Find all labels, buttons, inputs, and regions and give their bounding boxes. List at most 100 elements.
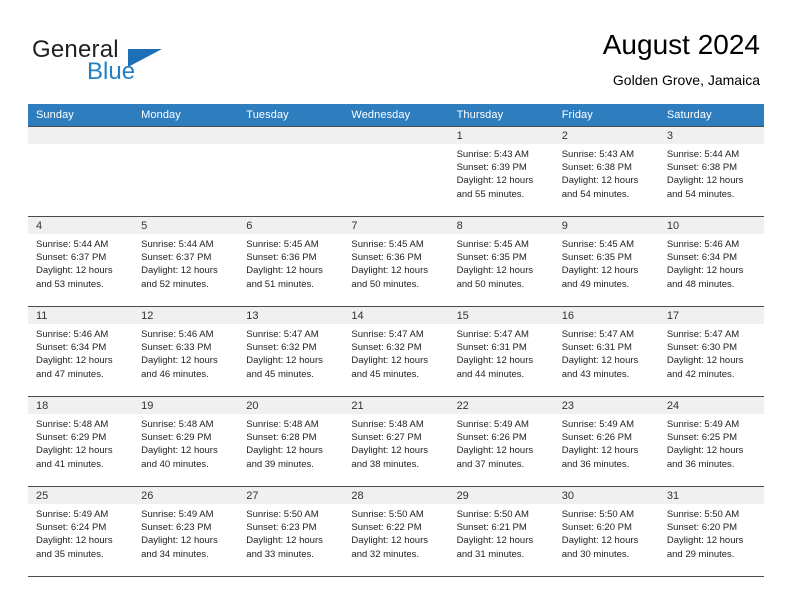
- calendar-day-cell[interactable]: 16 Sunrise: 5:47 AM Sunset: 6:31 PM Dayligh…: [553, 306, 659, 397]
- sunrise-text: Sunrise: 5:45 AM: [351, 239, 424, 250]
- sunrise-text: Sunrise: 5:48 AM: [351, 419, 424, 430]
- day-details: Sunrise: 5:49 AM Sunset: 6:25 PM Daylight:…: [659, 414, 764, 471]
- sunset-text: Sunset: 6:23 PM: [246, 522, 317, 534]
- daylight-text-line2: and 46 minutes.: [141, 368, 209, 380]
- daylight-text-line2: and 41 minutes.: [36, 458, 104, 470]
- daylight-text-line1: Daylight: 12 hours: [351, 445, 428, 457]
- calendar-empty-cell: [238, 126, 344, 217]
- sunrise-text: Sunrise: 5:43 AM: [456, 149, 529, 160]
- calendar-day-cell[interactable]: 1 Sunrise: 5:43 AM Sunset: 6:39 PM Daylight…: [448, 126, 554, 217]
- day-number: 6: [238, 217, 344, 234]
- sunset-text: Sunset: 6:38 PM: [666, 162, 738, 174]
- sunrise-text: Sunrise: 5:50 AM: [351, 509, 424, 520]
- daylight-text-line1: Daylight: 12 hours: [36, 355, 113, 367]
- sunrise-text: Sunrise: 5:49 AM: [456, 419, 529, 430]
- calendar-day-cell[interactable]: 24 Sunrise: 5:49 AM Sunset: 6:25 PM Dayligh…: [658, 396, 764, 487]
- daylight-text-line2: and 54 minutes.: [666, 188, 735, 200]
- sunset-text: Sunset: 6:33 PM: [141, 342, 212, 354]
- day-number: 15: [448, 307, 554, 324]
- calendar-day-cell[interactable]: 18 Sunrise: 5:48 AM Sunset: 6:29 PM Dayligh…: [28, 396, 134, 487]
- calendar-day-cell[interactable]: 20 Sunrise: 5:48 AM Sunset: 6:28 PM Dayligh…: [238, 396, 344, 487]
- daylight-text-line1: Daylight: 12 hours: [666, 535, 744, 547]
- day-number: 21: [343, 397, 449, 414]
- calendar-day-cell[interactable]: 21 Sunrise: 5:48 AM Sunset: 6:27 PM Dayligh…: [343, 396, 449, 487]
- sunset-text: Sunset: 6:26 PM: [456, 432, 527, 444]
- calendar-day-cell[interactable]: 17 Sunrise: 5:47 AM Sunset: 6:30 PM Dayligh…: [658, 306, 764, 397]
- sunset-text: Sunset: 6:22 PM: [351, 522, 422, 534]
- daylight-text-line1: Daylight: 12 hours: [246, 265, 323, 277]
- sunset-text: Sunset: 6:34 PM: [36, 342, 107, 354]
- day-details: Sunrise: 5:47 AM Sunset: 6:32 PM Daylight:…: [238, 324, 343, 381]
- calendar-day-cell[interactable]: 4 Sunrise: 5:44 AM Sunset: 6:37 PM Daylight…: [28, 216, 134, 307]
- daylight-text-line1: Daylight: 12 hours: [36, 445, 113, 457]
- calendar-day-cell[interactable]: 5 Sunrise: 5:44 AM Sunset: 6:37 PM Daylight…: [133, 216, 239, 307]
- weekday-header-monday: Monday: [133, 104, 239, 127]
- daylight-text-line1: Daylight: 12 hours: [246, 355, 323, 367]
- daylight-text-line1: Daylight: 12 hours: [351, 535, 428, 547]
- calendar-day-cell[interactable]: 6 Sunrise: 5:45 AM Sunset: 6:36 PM Daylight…: [238, 216, 344, 307]
- day-details: Sunrise: 5:50 AM Sunset: 6:22 PM Daylight:…: [343, 504, 448, 561]
- calendar-day-cell[interactable]: 13 Sunrise: 5:47 AM Sunset: 6:32 PM Dayligh…: [238, 306, 344, 397]
- sunrise-text: Sunrise: 5:43 AM: [561, 149, 635, 160]
- calendar-day-cell[interactable]: 8 Sunrise: 5:45 AM Sunset: 6:35 PM Daylight…: [448, 216, 554, 307]
- sunrise-text: Sunrise: 5:47 AM: [666, 329, 740, 340]
- daylight-text-line1: Daylight: 12 hours: [456, 355, 534, 367]
- calendar-day-cell[interactable]: 14 Sunrise: 5:47 AM Sunset: 6:32 PM Dayligh…: [343, 306, 449, 397]
- calendar-day-cell[interactable]: 27 Sunrise: 5:50 AM Sunset: 6:23 PM Dayligh…: [238, 486, 344, 577]
- weekday-header-thursday: Thursday: [448, 104, 554, 127]
- sunset-text: Sunset: 6:35 PM: [456, 252, 527, 264]
- calendar-day-cell[interactable]: 9 Sunrise: 5:45 AM Sunset: 6:35 PM Daylight…: [553, 216, 659, 307]
- calendar-day-cell[interactable]: 23 Sunrise: 5:49 AM Sunset: 6:26 PM Dayligh…: [553, 396, 659, 487]
- calendar-day-cell[interactable]: 11 Sunrise: 5:46 AM Sunset: 6:34 PM Dayligh…: [28, 306, 134, 397]
- sunrise-text: Sunrise: 5:44 AM: [141, 239, 214, 250]
- day-details: Sunrise: 5:45 AM Sunset: 6:36 PM Daylight:…: [238, 234, 343, 291]
- sunrise-text: Sunrise: 5:49 AM: [666, 419, 740, 430]
- sunrise-text: Sunrise: 5:45 AM: [246, 239, 319, 250]
- day-details: Sunrise: 5:43 AM Sunset: 6:39 PM Daylight:…: [449, 144, 554, 201]
- sunset-text: Sunset: 6:26 PM: [561, 432, 632, 444]
- calendar-day-cell[interactable]: 7 Sunrise: 5:45 AM Sunset: 6:36 PM Daylight…: [343, 216, 449, 307]
- daylight-text-line2: and 48 minutes.: [666, 278, 735, 290]
- sunset-text: Sunset: 6:32 PM: [351, 342, 422, 354]
- calendar-day-cell[interactable]: 3 Sunrise: 5:44 AM Sunset: 6:38 PM Daylight…: [658, 126, 764, 217]
- daylight-text-line2: and 51 minutes.: [246, 278, 314, 290]
- weekday-header-saturday: Saturday: [658, 104, 764, 127]
- calendar-day-cell[interactable]: 2 Sunrise: 5:43 AM Sunset: 6:38 PM Daylight…: [553, 126, 659, 217]
- calendar-day-cell[interactable]: 29 Sunrise: 5:50 AM Sunset: 6:21 PM Dayligh…: [448, 486, 554, 577]
- day-number: 19: [133, 397, 239, 414]
- day-number: 9: [553, 217, 659, 234]
- daylight-text-line1: Daylight: 12 hours: [456, 535, 534, 547]
- sunrise-text: Sunrise: 5:49 AM: [141, 509, 214, 520]
- day-details: Sunrise: 5:45 AM Sunset: 6:36 PM Daylight:…: [343, 234, 448, 291]
- day-number: 2: [553, 127, 659, 144]
- daylight-text-line1: Daylight: 12 hours: [561, 535, 639, 547]
- calendar-day-cell[interactable]: 15 Sunrise: 5:47 AM Sunset: 6:31 PM Dayligh…: [448, 306, 554, 397]
- sunrise-text: Sunrise: 5:47 AM: [456, 329, 529, 340]
- calendar-day-cell[interactable]: 31 Sunrise: 5:50 AM Sunset: 6:20 PM Dayligh…: [658, 486, 764, 577]
- daylight-text-line1: Daylight: 12 hours: [456, 265, 534, 277]
- page-subtitle: Golden Grove, Jamaica: [612, 72, 760, 88]
- day-number: [238, 127, 344, 144]
- calendar-day-cell[interactable]: 28 Sunrise: 5:50 AM Sunset: 6:22 PM Dayligh…: [343, 486, 449, 577]
- day-details: Sunrise: 5:46 AM Sunset: 6:34 PM Daylight:…: [28, 324, 133, 381]
- calendar-day-cell[interactable]: 26 Sunrise: 5:49 AM Sunset: 6:23 PM Dayligh…: [133, 486, 239, 577]
- day-number: [343, 127, 449, 144]
- calendar-day-cell[interactable]: 12 Sunrise: 5:46 AM Sunset: 6:33 PM Dayligh…: [133, 306, 239, 397]
- calendar-empty-cell: [343, 126, 449, 217]
- calendar-day-cell[interactable]: 19 Sunrise: 5:48 AM Sunset: 6:29 PM Dayligh…: [133, 396, 239, 487]
- calendar-empty-cell: [133, 126, 239, 217]
- brand-logo[interactable]: General Blue: [32, 36, 252, 92]
- calendar-day-cell[interactable]: 30 Sunrise: 5:50 AM Sunset: 6:20 PM Dayligh…: [553, 486, 659, 577]
- calendar-day-cell[interactable]: 22 Sunrise: 5:49 AM Sunset: 6:26 PM Dayligh…: [448, 396, 554, 487]
- calendar-day-cell[interactable]: 25 Sunrise: 5:49 AM Sunset: 6:24 PM Dayligh…: [28, 486, 134, 577]
- daylight-text-line2: and 54 minutes.: [561, 188, 630, 200]
- sunrise-text: Sunrise: 5:50 AM: [456, 509, 529, 520]
- day-number: 17: [658, 307, 764, 324]
- day-details: Sunrise: 5:47 AM Sunset: 6:31 PM Daylight:…: [554, 324, 659, 381]
- sunrise-text: Sunrise: 5:44 AM: [36, 239, 109, 250]
- calendar-day-cell[interactable]: 10 Sunrise: 5:46 AM Sunset: 6:34 PM Dayligh…: [658, 216, 764, 307]
- sunset-text: Sunset: 6:30 PM: [666, 342, 738, 354]
- daylight-text-line2: and 50 minutes.: [456, 278, 525, 290]
- daylight-text-line1: Daylight: 12 hours: [561, 265, 639, 277]
- daylight-text-line2: and 47 minutes.: [36, 368, 104, 380]
